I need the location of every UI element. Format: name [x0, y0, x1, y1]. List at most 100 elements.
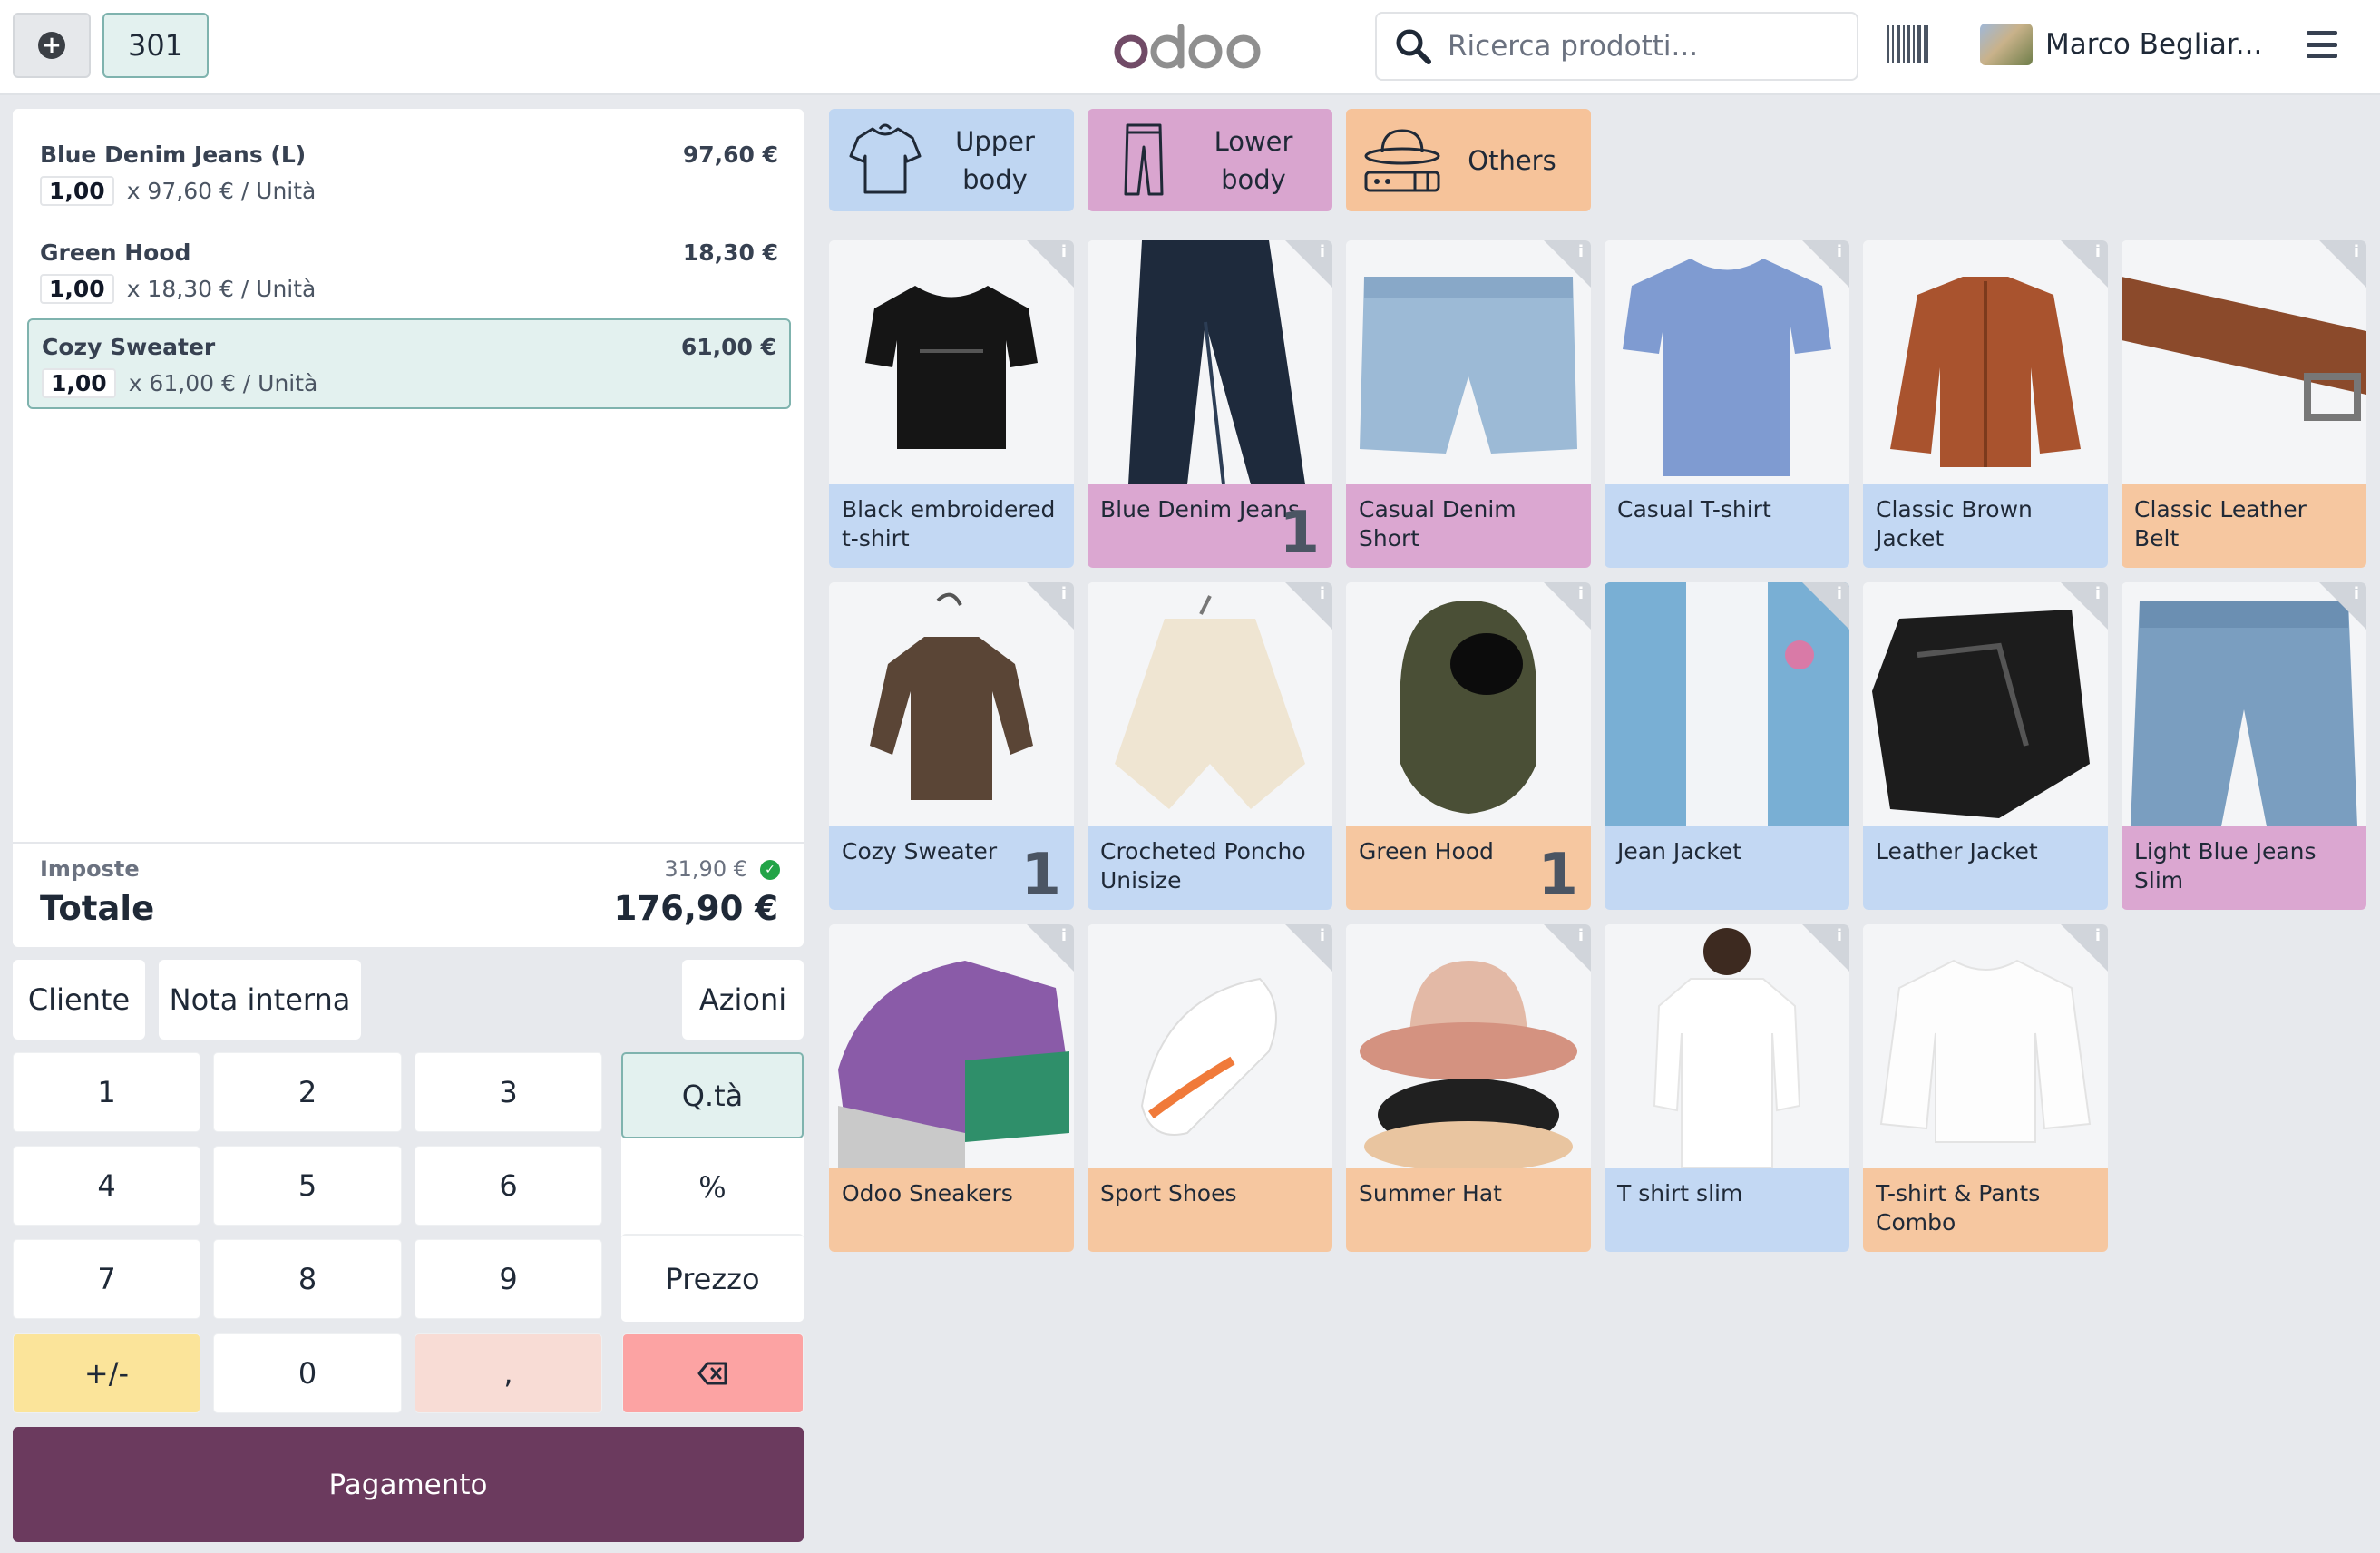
order-totals: Imposte 31,90 € ✓ Totale 176,90 € — [13, 842, 804, 947]
info-icon[interactable]: i — [1320, 242, 1325, 261]
product-card[interactable]: i Classic Leather Belt — [2122, 240, 2366, 568]
numpad-key-0[interactable]: 0 — [213, 1333, 402, 1413]
product-search[interactable] — [1375, 12, 1858, 81]
info-icon[interactable]: i — [2354, 584, 2359, 603]
search-input[interactable] — [1448, 30, 1829, 63]
category-upper-body[interactable]: Upper body — [829, 109, 1074, 211]
product-card[interactable]: i Odoo Sneakers — [829, 924, 1074, 1252]
order-line[interactable]: Green Hood 18,30 € 1,00 x 18,30 € / Unit… — [27, 214, 791, 305]
info-corner — [1544, 924, 1591, 972]
customer-button[interactable]: Cliente — [13, 960, 145, 1040]
odoo-logo — [1111, 13, 1265, 81]
order-line[interactable]: Blue Denim Jeans (L) 97,60 € 1,00 x 97,6… — [27, 116, 791, 207]
product-card[interactable]: i Sport Shoes — [1088, 924, 1332, 1252]
numpad-key-8[interactable]: 8 — [213, 1239, 402, 1319]
product-card[interactable]: i Jean Jacket — [1605, 582, 1849, 910]
product-quantity-badge: 1 — [1279, 500, 1320, 567]
info-icon[interactable]: i — [2095, 584, 2101, 603]
category-others[interactable]: Others — [1346, 109, 1591, 211]
info-corner — [1802, 924, 1849, 972]
info-icon[interactable]: i — [1578, 926, 1584, 945]
hat-belt-icon — [1364, 129, 1440, 192]
tshirt-icon — [849, 123, 922, 194]
product-card[interactable]: i T-shirt & Pants Combo — [1863, 924, 2108, 1252]
numpad-key-1[interactable]: 1 — [13, 1052, 200, 1132]
product-name: Casual Denim Short — [1346, 484, 1591, 568]
product-name: Casual T-shirt — [1605, 484, 1849, 568]
new-order-button[interactable]: + — [13, 13, 91, 78]
numpad-key-5[interactable]: 5 — [213, 1146, 402, 1226]
product-card[interactable]: i Casual T-shirt — [1605, 240, 1849, 568]
numpad-key-7[interactable]: 7 — [13, 1239, 200, 1319]
info-icon[interactable]: i — [1320, 584, 1325, 603]
info-corner — [1544, 240, 1591, 288]
product-name: Classic Leather Belt — [2122, 484, 2366, 568]
info-icon[interactable]: i — [2354, 242, 2359, 261]
user-menu[interactable]: Marco Begliar... — [1980, 24, 2262, 65]
product-card[interactable]: i Leather Jacket — [1863, 582, 2108, 910]
category-lower-body[interactable]: Lower body — [1088, 109, 1332, 211]
internal-note-button[interactable]: Nota interna — [159, 960, 361, 1040]
numpad-key-6[interactable]: 6 — [415, 1146, 602, 1226]
numpad-key-4[interactable]: 4 — [13, 1146, 200, 1226]
product-name: Classic Brown Jacket — [1863, 484, 2108, 568]
product-card[interactable]: i Cozy Sweater 1 — [829, 582, 1074, 910]
info-icon[interactable]: i — [1320, 926, 1325, 945]
order-line-qty-value: 1,00 — [40, 274, 114, 304]
info-corner — [1027, 240, 1074, 288]
info-icon[interactable]: i — [1578, 242, 1584, 261]
info-corner — [1285, 240, 1332, 288]
info-corner — [2061, 582, 2108, 630]
info-icon[interactable]: i — [1061, 584, 1067, 603]
plus-icon: + — [38, 32, 65, 59]
numpad-key-3[interactable]: 3 — [415, 1052, 602, 1132]
order-tab[interactable]: 301 — [102, 13, 209, 78]
product-quantity-badge: 1 — [1537, 842, 1578, 909]
product-name: T-shirt & Pants Combo — [1863, 1168, 2108, 1252]
info-icon[interactable]: i — [2095, 242, 2101, 261]
product-card[interactable]: i Blue Denim Jeans 1 — [1088, 240, 1332, 568]
numpad-key-decimal[interactable]: , — [415, 1333, 602, 1413]
hamburger-menu-icon[interactable] — [2307, 31, 2337, 58]
info-icon[interactable]: i — [1837, 584, 1842, 603]
order-line-name: Blue Denim Jeans (L) — [40, 142, 307, 168]
discount-mode-button[interactable]: % — [621, 1143, 804, 1232]
product-card[interactable]: i Summer Hat — [1346, 924, 1591, 1252]
order-line-unit-price: x 18,30 € / Unità — [126, 276, 317, 302]
order-line-qty: 1,00 x 61,00 € / Unità — [42, 368, 317, 398]
product-card[interactable]: i Classic Brown Jacket — [1863, 240, 2108, 568]
product-card[interactable]: i Green Hood 1 — [1346, 582, 1591, 910]
payment-button[interactable]: Pagamento — [13, 1427, 804, 1542]
order-line-name: Cozy Sweater — [42, 334, 216, 360]
product-name: Leather Jacket — [1863, 826, 2108, 910]
info-corner — [1285, 582, 1332, 630]
numpad-key-plus-minus[interactable]: +/- — [13, 1333, 200, 1413]
order-line-selected[interactable]: Cozy Sweater 61,00 € 1,00 x 61,00 € / Un… — [27, 318, 791, 409]
info-icon[interactable]: i — [1061, 242, 1067, 261]
info-icon[interactable]: i — [2095, 926, 2101, 945]
product-name: Crocheted Poncho Unisize — [1088, 826, 1332, 910]
info-icon[interactable]: i — [1061, 926, 1067, 945]
product-card[interactable]: i Black embroidered t-shirt — [829, 240, 1074, 568]
quantity-mode-button[interactable]: Q.tà — [621, 1052, 804, 1138]
barcode-icon[interactable] — [1887, 25, 1928, 63]
product-card[interactable]: i Light Blue Jeans Slim — [2122, 582, 2366, 910]
info-icon[interactable]: i — [1837, 926, 1842, 945]
order-line-price: 61,00 € — [680, 334, 776, 360]
actions-button[interactable]: Azioni — [682, 960, 804, 1040]
tax-label: Imposte — [40, 856, 140, 882]
info-corner — [1802, 240, 1849, 288]
order-line-name: Green Hood — [40, 239, 191, 266]
numpad-key-2[interactable]: 2 — [213, 1052, 402, 1132]
pants-icon — [1124, 123, 1164, 196]
product-card[interactable]: i Casual Denim Short — [1346, 240, 1591, 568]
backspace-button[interactable] — [622, 1333, 804, 1413]
total-value: 176,90 € — [613, 889, 778, 928]
product-card[interactable]: i T shirt slim — [1605, 924, 1849, 1252]
numpad-key-9[interactable]: 9 — [415, 1239, 602, 1319]
info-icon[interactable]: i — [1578, 584, 1584, 603]
info-icon[interactable]: i — [1837, 242, 1842, 261]
price-mode-button[interactable]: Prezzo — [621, 1234, 804, 1322]
product-card[interactable]: i Crocheted Poncho Unisize — [1088, 582, 1332, 910]
product-name: Odoo Sneakers — [829, 1168, 1074, 1252]
